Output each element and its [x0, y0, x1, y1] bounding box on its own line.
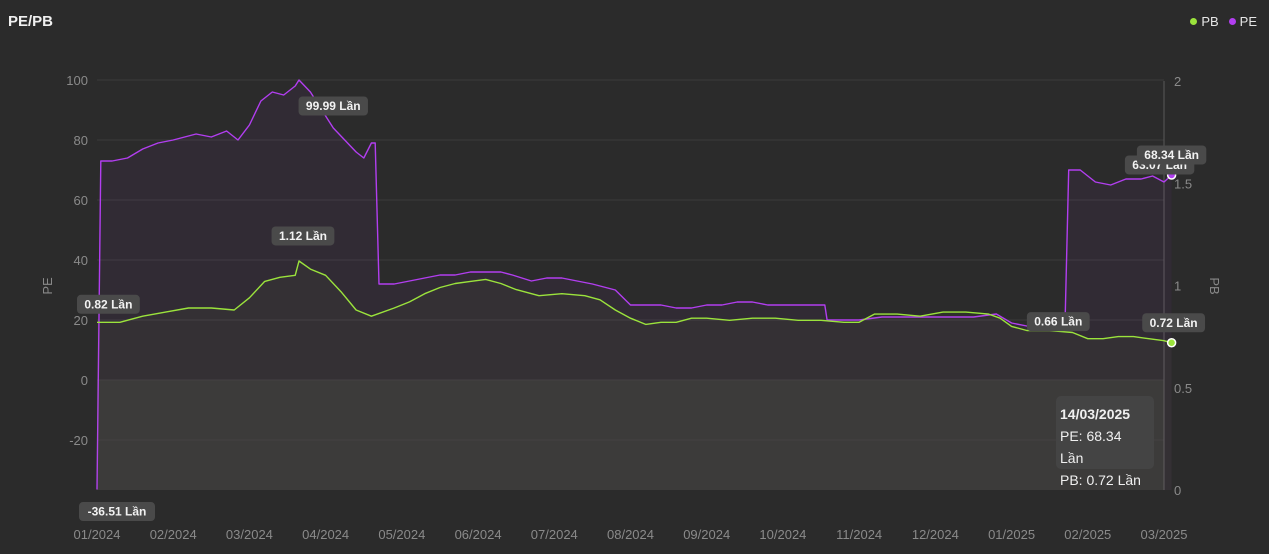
- x-tick-label: 07/2024: [531, 527, 578, 542]
- y-left-tick-label: 80: [74, 133, 88, 148]
- y-right-tick-label: 1.5: [1174, 176, 1192, 191]
- y-right-tick-label: 2: [1174, 74, 1181, 89]
- y-left-tick-label: -20: [69, 433, 88, 448]
- data-label: 0.66 Lần: [1034, 315, 1082, 329]
- tooltip-pb: PB: 0.72 Lần: [1060, 472, 1141, 488]
- x-tick-label: 03/2025: [1141, 527, 1188, 542]
- y-left-tick-label: 0: [81, 373, 88, 388]
- y-left-tick-label: 20: [74, 313, 88, 328]
- tooltip-date: 14/03/2025: [1060, 406, 1131, 422]
- y-right-tick-label: 1: [1174, 279, 1181, 294]
- x-tick-label: 08/2024: [607, 527, 654, 542]
- x-tick-label: 06/2024: [455, 527, 502, 542]
- x-tick-label: 05/2024: [378, 527, 425, 542]
- data-label: 0.82 Lần: [84, 297, 132, 311]
- y-right-tick-label: 0: [1174, 483, 1181, 498]
- data-label: 0.72 Lần: [1150, 316, 1198, 330]
- x-tick-label: 02/2025: [1064, 527, 1111, 542]
- x-tick-label: 12/2024: [912, 527, 959, 542]
- data-label: 68.34 Lần: [1144, 148, 1199, 162]
- x-tick-label: 02/2024: [150, 527, 197, 542]
- x-tick-label: 11/2024: [836, 527, 882, 542]
- end-marker-pb: [1166, 338, 1177, 348]
- y-right-axis-title: PB: [1207, 277, 1222, 294]
- x-tick-label: 09/2024: [683, 527, 730, 542]
- y-left-axis-title: PE: [40, 277, 55, 295]
- data-label: 99.99 Lần: [306, 99, 361, 113]
- y-left-tick-label: 100: [66, 73, 88, 88]
- x-tick-label: 03/2024: [226, 527, 273, 542]
- data-label: 1.12 Lần: [279, 229, 327, 243]
- tooltip: 14/03/2025 PE: 68.34 Lần PB: 0.72 Lần: [1056, 396, 1154, 488]
- x-tick-label: 10/2024: [759, 527, 806, 542]
- tooltip-pe: PE: 68.34 Lần: [1060, 428, 1122, 466]
- y-right-tick-label: 0.5: [1174, 381, 1192, 396]
- y-left-tick-label: 60: [74, 193, 88, 208]
- y-left-tick-label: 40: [74, 253, 88, 268]
- data-label: -36.51 Lần: [88, 505, 147, 519]
- series-area-pb: [97, 261, 1172, 490]
- x-tick-label: 04/2024: [302, 527, 349, 542]
- x-tick-label: 01/2024: [74, 527, 121, 542]
- x-tick-label: 01/2025: [988, 527, 1035, 542]
